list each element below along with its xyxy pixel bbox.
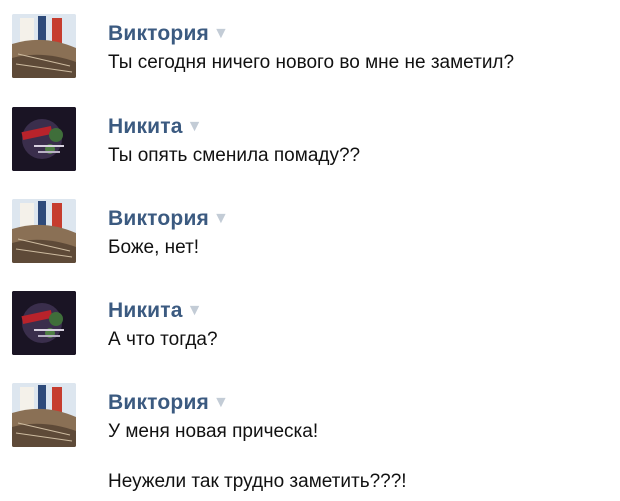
message-text: Боже, нет! — [108, 237, 200, 258]
message: Никита ▼ Ты опять сменила помаду?? — [12, 107, 612, 177]
triangle-down-icon[interactable]: ▼ — [213, 25, 229, 42]
triangle-down-icon[interactable]: ▼ — [187, 118, 203, 135]
message: Никита ▼ А что тогда? — [12, 291, 612, 361]
triangle-down-icon[interactable]: ▼ — [213, 210, 229, 227]
author-name[interactable]: Никита ▼ — [108, 115, 203, 139]
avatar-viktoria[interactable] — [12, 383, 76, 447]
message-text: Ты сегодня ничего нового во мне не замет… — [108, 52, 515, 73]
message-text: Ты опять сменила помаду?? — [108, 145, 361, 166]
message: Виктория ▼ У меня новая прическа! Неужели… — [12, 383, 612, 501]
author-name[interactable]: Никита ▼ — [108, 299, 203, 323]
dark-logo-avatar-icon — [12, 107, 76, 171]
triangle-down-icon[interactable]: ▼ — [187, 302, 203, 319]
book-photo-avatar-icon — [12, 383, 76, 447]
book-photo-avatar-icon — [12, 14, 76, 78]
avatar-viktoria[interactable] — [12, 199, 76, 263]
message: Виктория ▼ Ты сегодня ничего нового во мн… — [12, 14, 612, 84]
author-name[interactable]: Виктория ▼ — [108, 391, 229, 415]
message: Виктория ▼ Боже, нет! — [12, 199, 612, 269]
author-name[interactable]: Виктория ▼ — [108, 22, 229, 46]
message-text: Неужели так трудно заметить???! — [108, 471, 407, 492]
dark-logo-avatar-icon — [12, 291, 76, 355]
book-photo-avatar-icon — [12, 199, 76, 263]
author-name[interactable]: Виктория ▼ — [108, 207, 229, 231]
avatar-nikita[interactable] — [12, 107, 76, 171]
avatar-viktoria[interactable] — [12, 14, 76, 78]
message-text: А что тогда? — [108, 329, 218, 350]
avatar-nikita[interactable] — [12, 291, 76, 355]
triangle-down-icon[interactable]: ▼ — [213, 394, 229, 411]
message-text: У меня новая прическа! — [108, 421, 319, 442]
